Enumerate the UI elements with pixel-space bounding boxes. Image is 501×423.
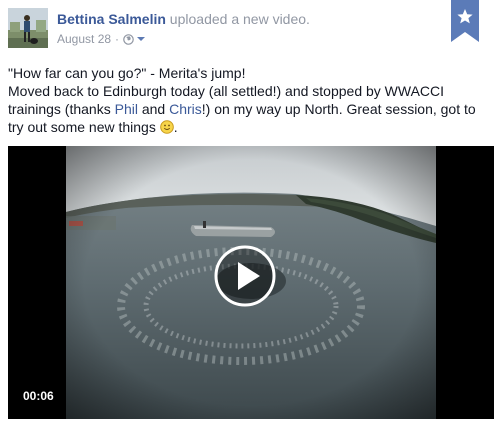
globe-icon[interactable] [123,33,134,45]
message-text: and [137,101,170,117]
message-first-line: "How far can you go?" - Merita's jump! [8,65,246,81]
author-name-link[interactable]: Bettina Salmelin [57,11,166,27]
author-avatar[interactable] [8,8,48,48]
play-icon[interactable] [214,245,276,307]
meta-separator: · [115,32,120,46]
star-bookmark-icon[interactable] [451,0,479,42]
chevron-down-icon[interactable] [136,35,146,43]
message-body: Moved back to Edinburgh today (all settl… [8,82,494,136]
post-action-text: uploaded a new video. [165,11,310,27]
post-message: "How far can you go?" - Merita's jump! M… [8,64,494,136]
post-timestamp[interactable]: August 28 [57,31,111,47]
mention-link-phil[interactable]: Phil [115,101,138,117]
message-text: . [173,119,178,135]
post-meta: August 28 · [57,31,146,47]
post-header: Bettina Salmelin uploaded a new video. [57,10,310,28]
video-player[interactable]: 00:06 [8,146,494,419]
smiley-icon [159,120,174,134]
mention-link-chris[interactable]: Chris [169,101,202,117]
video-duration: 00:06 [23,389,54,403]
video-post: Bettina Salmelin uploaded a new video. A… [0,0,501,423]
